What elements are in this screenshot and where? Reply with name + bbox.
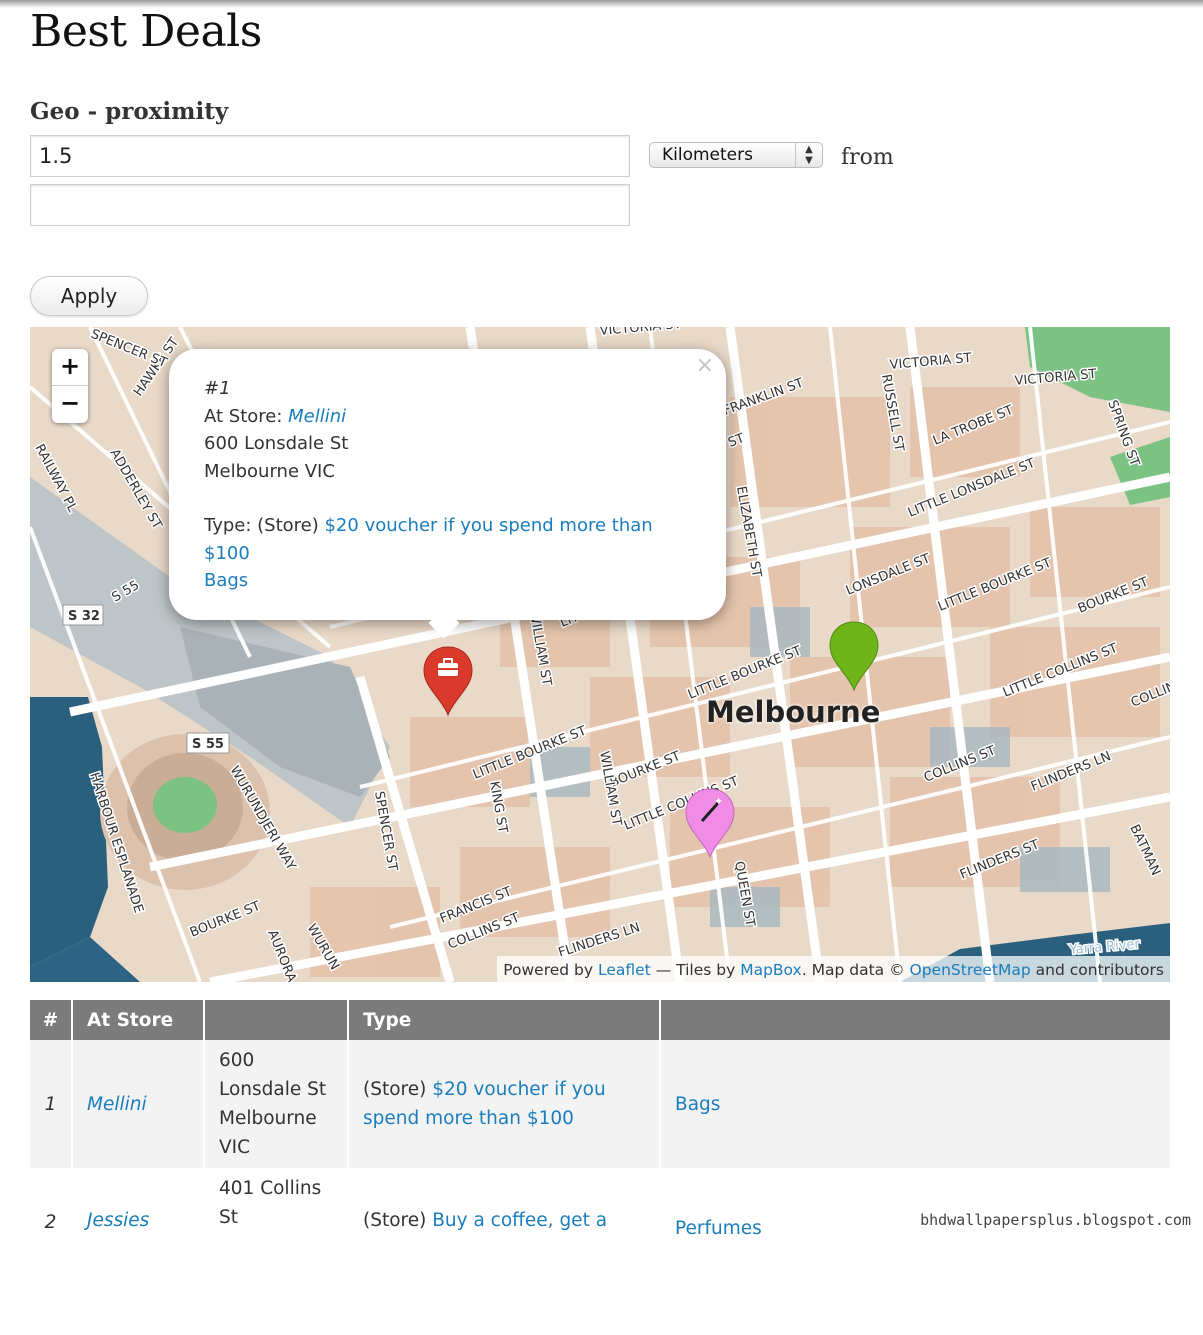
from-label: from [841,145,894,170]
popup-type-row: Type: (Store) $20 voucher if you spend m… [204,512,653,540]
popup-deal-link-cont[interactable]: $100 [204,540,653,568]
popup-type-prefix: Type: (Store) [204,515,325,536]
apply-button[interactable]: Apply [30,276,148,316]
map[interactable]: S 32 S 55 VICTORIA ST VICTORIA ST VICTOR… [30,327,1170,982]
table-row: 2 Jessies 401 Collins St (Store) Buy a c… [30,1168,1170,1335]
row-address: 600 Lonsdale St Melbourne VIC [203,1040,348,1168]
address-line: Melbourne [219,1108,317,1129]
unit-select-value: Kilometers [662,145,753,165]
popup-deal-link[interactable]: $20 voucher if you spend more than [324,515,652,536]
popup-address-line2: Melbourne VIC [204,460,335,482]
openstreetmap-link[interactable]: OpenStreetMap [910,961,1031,979]
results-table: # At Store Type 1 Mellini 600 Lonsdale S… [30,1000,1170,1335]
row-type: (Store) Buy a coffee, get a [347,1168,660,1335]
zoom-control: + − [52,349,88,423]
popup-content: #1 At Store: Mellini 600 Lonsdale St Mel… [204,375,653,595]
watermark: bhdwallpapersplus.blogspot.com [920,1211,1191,1229]
page-title: Best Deals [30,6,262,57]
address-line: Lonsdale St [219,1079,327,1100]
header-type[interactable]: Type [347,1000,660,1040]
attribution-mapdata: . Map data © [801,961,910,979]
row-category: Perfumes [659,1168,1170,1335]
store-link[interactable]: Jessies [87,1210,149,1231]
header-number[interactable]: # [30,1000,72,1040]
table-header-row: # At Store Type [30,1000,1170,1040]
svg-text:S 55: S 55 [192,737,224,752]
type-prefix: (Store) [363,1079,433,1100]
deal-link-cont[interactable]: spend more than $100 [363,1108,574,1129]
row-address: 401 Collins St [203,1168,348,1335]
zoom-out-button[interactable]: − [52,386,88,422]
header-category [659,1000,1170,1040]
zoom-in-button[interactable]: + [52,349,88,386]
popup-store-row: At Store: Mellini [204,403,653,431]
row-number: 2 [30,1168,72,1335]
marker-popup: × #1 At Store: Mellini 600 Lonsdale St M… [169,349,726,639]
address-line: 600 [219,1050,255,1071]
header-address [203,1000,348,1040]
deal-link[interactable]: Buy a coffee, get a [432,1210,607,1231]
table-row: 1 Mellini 600 Lonsdale St Melbourne VIC … [30,1040,1170,1168]
store-link[interactable]: Mellini [87,1094,147,1115]
attribution-powered: Powered by [503,961,598,979]
mapbox-link[interactable]: MapBox [740,961,802,979]
geo-proximity-label: Geo - proximity [30,98,229,125]
popup-category-link[interactable]: Bags [204,567,653,595]
distance-input[interactable] [30,135,630,177]
city-label: Melbourne [706,695,881,729]
row-type: (Store) $20 voucher if you spend more tha… [347,1040,660,1168]
row-store: Jessies [71,1168,204,1335]
leaflet-link[interactable]: Leaflet [598,961,651,979]
origin-input[interactable] [30,184,630,226]
header-at-store[interactable]: At Store [71,1000,204,1040]
address-line: St [219,1207,238,1228]
address-line: VIC [219,1137,251,1158]
attribution-tiles: — Tiles by [650,961,741,979]
map-attribution: Powered by Leaflet — Tiles by MapBox. Ma… [497,956,1170,982]
popup-store-link[interactable]: Mellini [288,406,346,427]
deal-link[interactable]: $20 voucher if you [432,1079,605,1100]
popup-store-prefix: At Store: [204,405,289,427]
close-icon[interactable]: × [696,353,714,378]
popup-number: #1 [204,378,231,399]
svg-text:S 32: S 32 [68,609,100,624]
address-line: 401 Collins [219,1178,322,1199]
category-link[interactable]: Bags [675,1094,720,1115]
row-number: 1 [30,1040,72,1168]
popup-address-line1: 600 Lonsdale St [204,433,349,454]
attribution-contrib: and contributors [1030,961,1164,979]
row-category: Bags [659,1040,1170,1168]
unit-select[interactable]: Kilometers ▲ ▼ [649,142,823,168]
popup-spacer [204,485,653,512]
category-link[interactable]: Perfumes [675,1218,762,1239]
row-store: Mellini [71,1040,204,1168]
select-arrows-icon: ▲ ▼ [795,143,822,168]
type-prefix: (Store) [363,1210,433,1231]
